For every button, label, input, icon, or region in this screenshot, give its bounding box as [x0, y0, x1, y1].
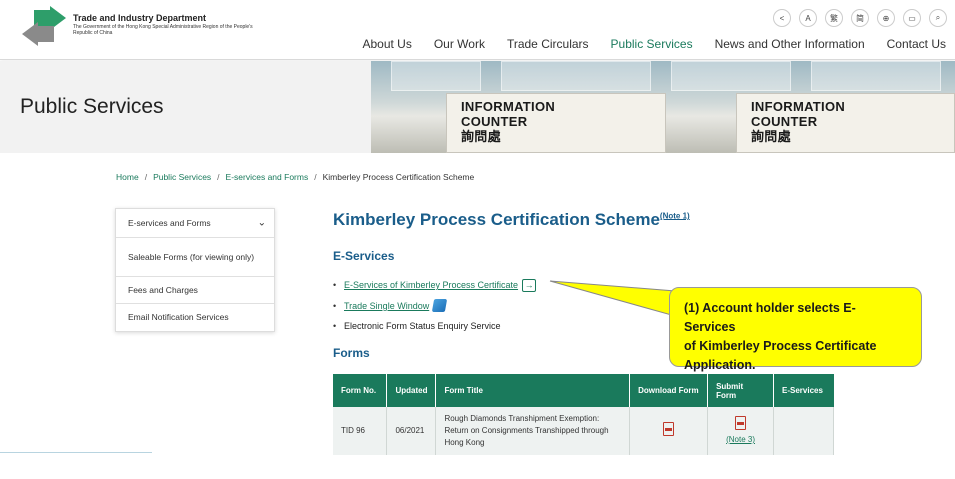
nav-public-services[interactable]: Public Services	[611, 37, 693, 51]
pdf-download-icon[interactable]	[663, 422, 675, 436]
counter-line: 詢問處	[751, 129, 791, 144]
column-header: Download Form	[629, 374, 709, 407]
form-title-cell: Rough Diamonds Transhipment Exemption: R…	[435, 407, 631, 455]
list-item: E-Services of Kimberley Process Certific…	[333, 275, 537, 296]
counter-text: INFORMATION COUNTER 詢問處	[751, 99, 845, 144]
column-header: Form No.	[333, 374, 388, 407]
nav-our-work[interactable]: Our Work	[434, 37, 485, 51]
hero-window	[501, 61, 651, 91]
form-no-cell: TID 96	[333, 407, 388, 455]
eservices-heading: E-Services	[333, 249, 395, 263]
trade-single-window-link[interactable]: Trade Single Window	[344, 301, 429, 311]
pdf-submit-icon[interactable]	[735, 416, 747, 430]
sidebar-item-fees-and-charges[interactable]: Fees and Charges	[116, 277, 274, 304]
list-item: Electronic Form Status Enquiry Service	[333, 316, 536, 337]
counter-line: INFORMATION	[751, 99, 846, 114]
breadcrumb-separator: /	[314, 172, 317, 182]
utility-icons: < A 繁 简 ⊕ ▭ ⌕	[773, 9, 947, 27]
info-counter-sign: INFORMATION COUNTER 詢問處	[736, 93, 955, 153]
breadcrumb-separator: /	[217, 172, 220, 182]
globe-icon[interactable]: ⊕	[877, 9, 895, 27]
hero-window	[391, 61, 481, 91]
forms-heading: Forms	[333, 346, 370, 360]
status-enquiry-text: Electronic Form Status Enquiry Service	[344, 321, 501, 332]
trade-single-window-icon[interactable]	[432, 299, 448, 313]
nav-about-us[interactable]: About Us	[362, 37, 411, 51]
download-form-cell	[629, 407, 709, 455]
nav-trade-circulars[interactable]: Trade Circulars	[507, 37, 589, 51]
page-title: Public Services	[20, 95, 164, 118]
eservices-list: E-Services of Kimberley Process Certific…	[333, 275, 537, 337]
forms-table: Form No. Updated Form Title Download For…	[333, 374, 834, 455]
content-title-text: Kimberley Process Certification Scheme	[333, 210, 660, 229]
counter-line: INFORMATION	[461, 99, 556, 114]
nav-news-and-other-information[interactable]: News and Other Information	[715, 37, 865, 51]
counter-text: INFORMATION COUNTER 詢問處	[461, 99, 555, 144]
callout-pointer	[549, 280, 676, 317]
search-icon[interactable]: ⌕	[929, 9, 947, 27]
hero-image: INFORMATION COUNTER 詢問處 INFORMATION COUN…	[371, 61, 955, 153]
breadcrumb-eservices[interactable]: E-services and Forms	[226, 172, 309, 182]
sidebar-item-eservices-and-forms[interactable]: E-services and Forms ⌄	[116, 209, 274, 238]
table-row: TID 96 06/2021 Rough Diamonds Transhipme…	[333, 407, 834, 455]
sidebar-item-label: E-services and Forms	[128, 217, 211, 228]
breadcrumb: Home / Public Services / E-services and …	[116, 172, 474, 182]
kimberley-eservices-link[interactable]: E-Services of Kimberley Process Certific…	[344, 280, 518, 290]
tid-logo-icon[interactable]	[20, 6, 68, 46]
list-item: Trade Single Window	[333, 296, 536, 317]
sidebar-item-label: Saleable Forms (for viewing only)	[128, 251, 255, 262]
callout-line: Application.	[684, 358, 756, 372]
counter-line: COUNTER	[461, 114, 528, 129]
content-title: Kimberley Process Certification Scheme(N…	[333, 210, 690, 230]
callout-line: (1) Account holder selects E-Services	[684, 301, 856, 334]
sidebar-item-label: Fees and Charges	[128, 284, 198, 295]
hero-window	[811, 61, 941, 91]
site-header: Trade and Industry Department The Govern…	[0, 0, 955, 60]
traditional-chinese-icon[interactable]: 繁	[825, 9, 843, 27]
table-header-row: Form No. Updated Form Title Download For…	[333, 374, 834, 407]
logo-text: Trade and Industry Department The Govern…	[73, 13, 253, 36]
column-header: Updated	[386, 374, 437, 407]
annotation-callout: (1) Account holder selects E-Services of…	[669, 287, 922, 372]
counter-line: 詢問處	[461, 129, 501, 144]
note-3-link[interactable]: (Note 3)	[726, 435, 755, 444]
print-icon[interactable]: ▭	[903, 9, 921, 27]
submit-form-cell: (Note 3)	[707, 407, 774, 455]
sidebar-item-email-notification[interactable]: Email Notification Services	[116, 304, 274, 331]
counter-line: COUNTER	[751, 114, 818, 129]
sidebar-item-saleable-forms[interactable]: Saleable Forms (for viewing only)	[116, 238, 274, 277]
breadcrumb-public-services[interactable]: Public Services	[153, 172, 211, 182]
sidebar-menu: E-services and Forms ⌄ Saleable Forms (f…	[115, 208, 275, 332]
sidebar-item-label: Email Notification Services	[128, 312, 229, 322]
breadcrumb-current: Kimberley Process Certification Scheme	[322, 172, 475, 182]
org-title: Trade and Industry Department	[73, 13, 207, 23]
eservices-cell	[773, 407, 834, 455]
hero-window	[671, 61, 791, 91]
chevron-down-icon[interactable]: ⌄	[258, 218, 266, 229]
column-header: Form Title	[435, 374, 631, 407]
note-1-link[interactable]: (Note 1)	[660, 211, 690, 220]
info-counter-sign: INFORMATION COUNTER 詢問處	[446, 93, 666, 153]
share-icon[interactable]: <	[773, 9, 791, 27]
column-header: E-Services	[773, 374, 834, 407]
callout-line: of Kimberley Process Certificate	[684, 339, 877, 353]
simplified-chinese-icon[interactable]: 简	[851, 9, 869, 27]
main-nav: About Us Our Work Trade Circulars Public…	[362, 37, 946, 51]
breadcrumb-separator: /	[144, 172, 148, 182]
org-subtitle: The Government of the Hong Kong Special …	[73, 24, 253, 36]
column-header: Submit Form	[707, 374, 774, 407]
breadcrumb-home[interactable]: Home	[116, 172, 139, 182]
nav-contact-us[interactable]: Contact Us	[887, 37, 946, 51]
external-link-icon[interactable]: →	[522, 278, 537, 292]
divider	[0, 452, 152, 453]
font-size-icon[interactable]: A	[799, 9, 817, 27]
updated-cell: 06/2021	[386, 407, 437, 455]
